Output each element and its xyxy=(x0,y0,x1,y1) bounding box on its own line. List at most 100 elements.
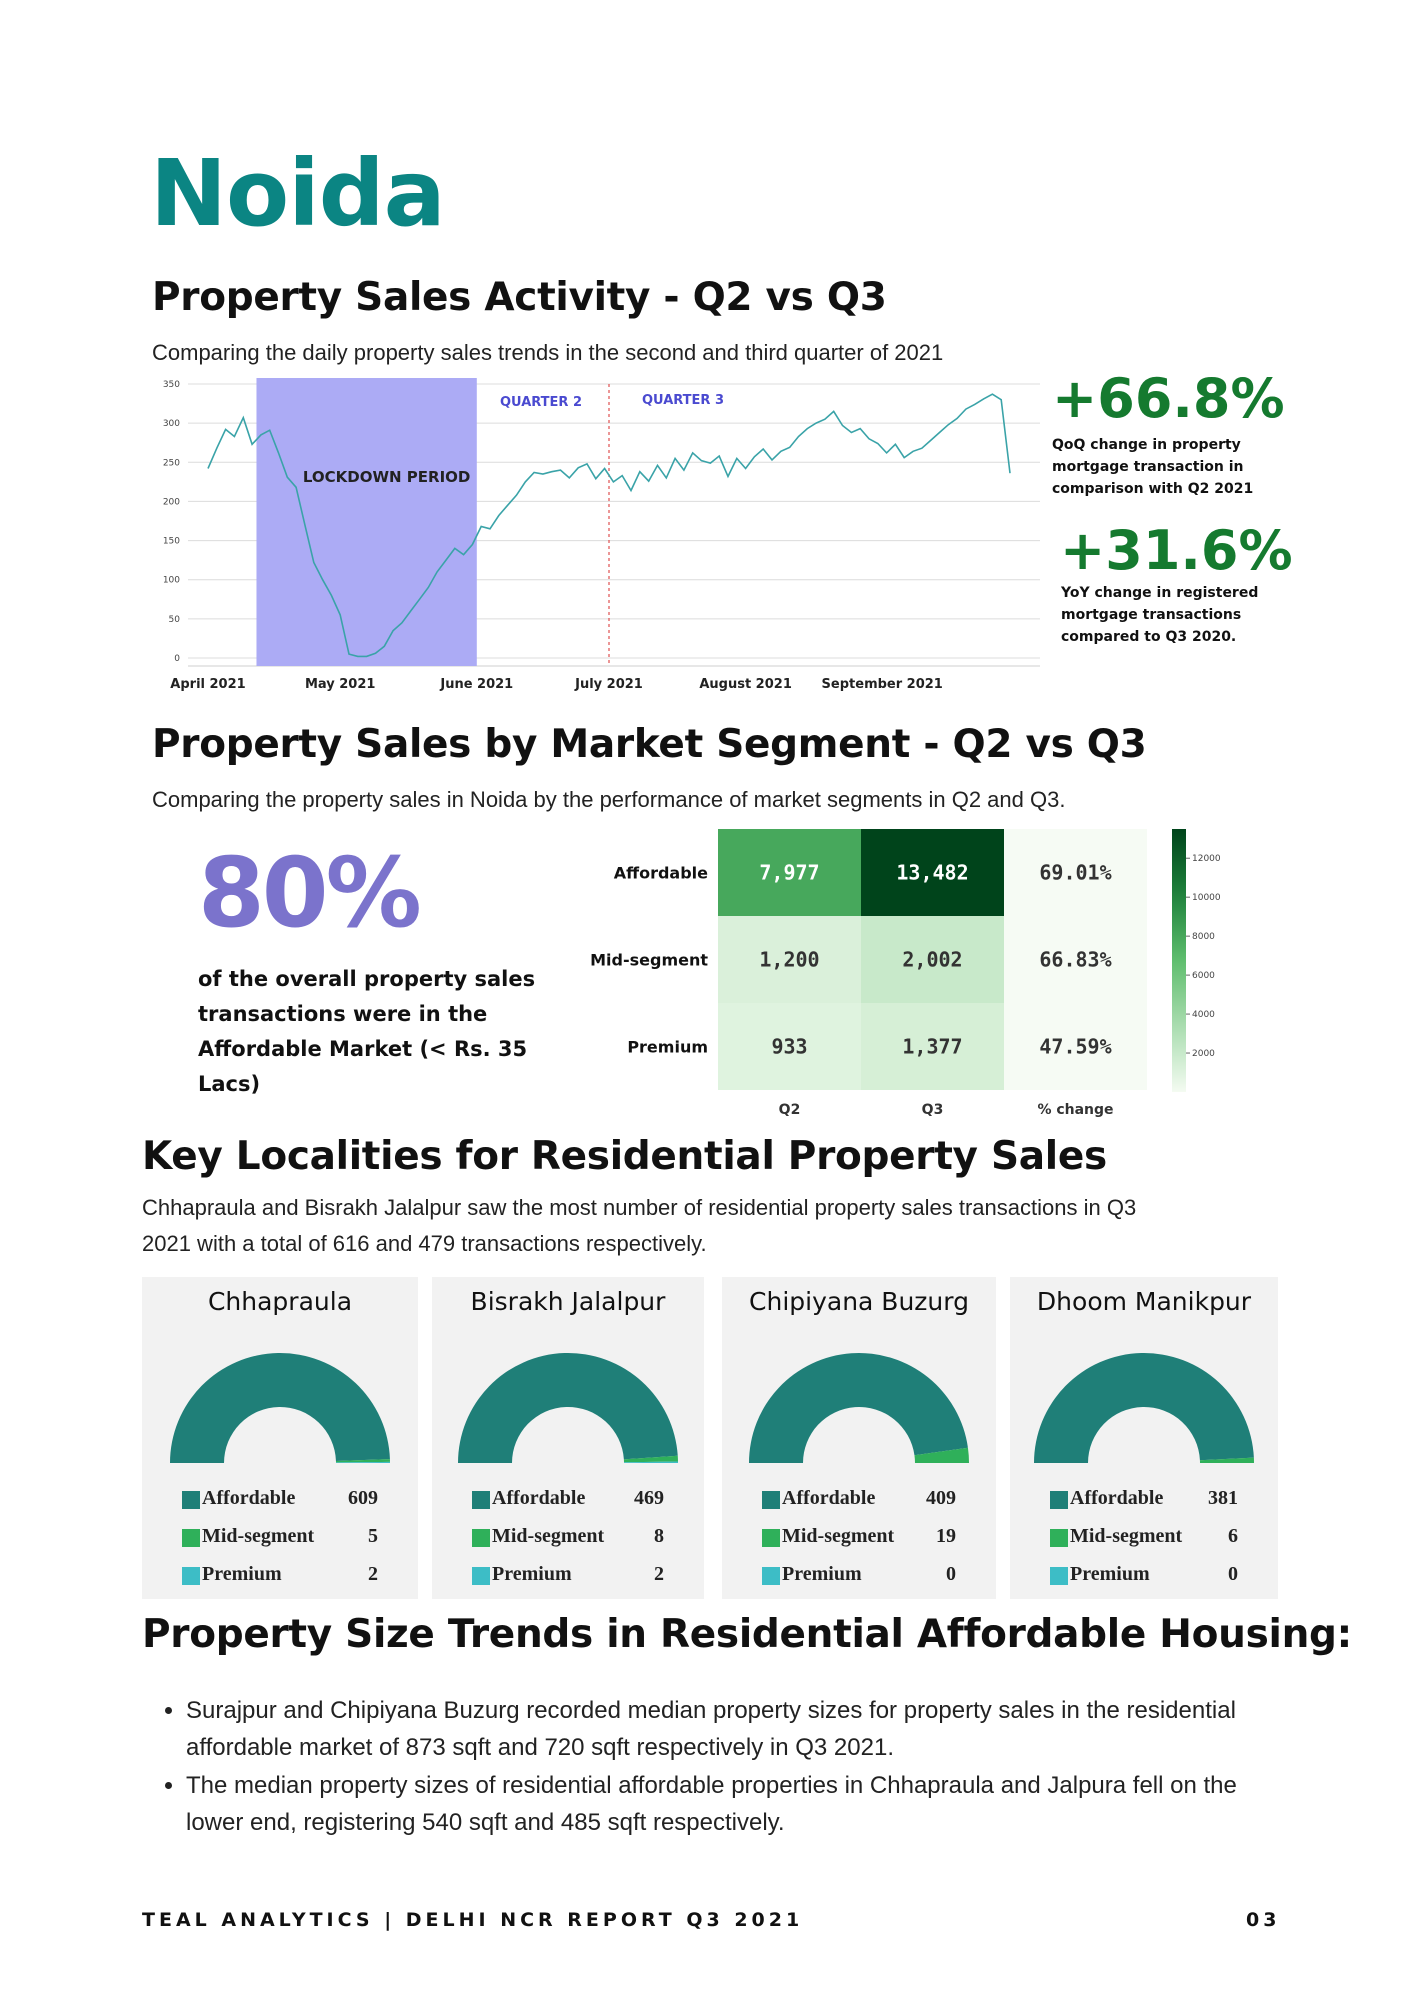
locality-card: Bisrakh Jalalpur Affordable 469 Mid-segment… xyxy=(432,1277,704,1599)
legend-label: Mid-segment xyxy=(202,1525,315,1547)
legend-row: Premium 2 xyxy=(472,1563,664,1601)
segment-title: Property Sales by Market Segment - Q2 vs… xyxy=(152,722,1147,767)
legend-value: 409 xyxy=(926,1487,956,1509)
legend-value: 609 xyxy=(348,1487,378,1509)
size-trends-list: Surajpur and Chipiyana Buzurg recorded m… xyxy=(142,1692,1292,1842)
legend-label: Affordable xyxy=(492,1487,586,1509)
segment-subtitle: Comparing the property sales in Noida by… xyxy=(152,787,1066,812)
heatmap-cell-label: 7,977 xyxy=(759,861,819,885)
legend-swatch xyxy=(182,1567,200,1585)
x-tick-label: July 2021 xyxy=(574,677,643,692)
legend-label: Mid-segment xyxy=(1070,1525,1183,1547)
x-tick-label: June 2021 xyxy=(439,677,513,692)
sales-activity-title: Property Sales Activity - Q2 vs Q3 xyxy=(152,275,887,320)
legend-label: Mid-segment xyxy=(782,1525,895,1547)
footer-report-name: TEAL ANALYTICS | DELHI NCR REPORT Q3 202… xyxy=(142,1909,804,1931)
y-tick-label: 300 xyxy=(163,419,180,429)
colorbar-tick-label: 12000 xyxy=(1192,854,1221,864)
city-title: Noida xyxy=(150,140,446,247)
qoq-note: QoQ change in property mortgage transact… xyxy=(1052,434,1253,500)
locality-legend: Affordable 609 Mid-segment 5 Premium 2 xyxy=(182,1487,378,1601)
qoq-note-line: QoQ change in property xyxy=(1052,437,1241,453)
legend-swatch xyxy=(762,1491,780,1509)
x-tick-label: May 2021 xyxy=(305,677,376,692)
legend-label: Premium xyxy=(782,1563,862,1585)
legend-swatch xyxy=(762,1567,780,1585)
affordable-share-note-line: transactions were in the xyxy=(198,1002,488,1026)
footer-page-number: 03 xyxy=(1246,1909,1281,1931)
colorbar-tick-label: 2000 xyxy=(1192,1049,1215,1059)
locality-card: Chipiyana Buzurg Affordable 409 Mid-segment… xyxy=(722,1277,996,1599)
legend-swatch xyxy=(182,1529,200,1547)
legend-value: 381 xyxy=(1208,1487,1238,1509)
legend-value: 6 xyxy=(1228,1525,1238,1547)
y-tick-label: 100 xyxy=(163,576,180,586)
legend-value: 8 xyxy=(654,1525,664,1547)
legend-label: Premium xyxy=(492,1563,572,1585)
y-tick-label: 350 xyxy=(163,380,180,390)
legend-swatch xyxy=(1050,1529,1068,1547)
affordable-share-note-line: of the overall property sales xyxy=(198,967,536,991)
legend-row: Affordable 609 xyxy=(182,1487,378,1525)
legend-value: 469 xyxy=(634,1487,664,1509)
donut-segment xyxy=(1034,1352,1254,1463)
heatmap-cells: 7,977 13,482 69.01% 1,200 2,002 66.83% 933 1,37… xyxy=(718,829,1147,1090)
heatmap-cell-label: 47.59% xyxy=(1039,1035,1111,1059)
size-trend-bullet: Surajpur and Chipiyana Buzurg recorded m… xyxy=(186,1692,1292,1766)
locality-legend: Affordable 409 Mid-segment 19 Premium 0 xyxy=(762,1487,956,1601)
heatmap-row-label: Affordable xyxy=(614,864,708,883)
heatmap-column-labels: Q2 Q3 % change xyxy=(779,1102,1114,1118)
legend-label: Affordable xyxy=(782,1487,876,1509)
legend-row: Mid-segment 8 xyxy=(472,1525,664,1563)
legend-label: Premium xyxy=(202,1563,282,1585)
locality-half-donut xyxy=(458,1353,678,1463)
lockdown-band xyxy=(256,378,477,666)
y-tick-label: 200 xyxy=(163,497,180,507)
daily-sales-line-chart: 0 50 100 150 200 250 300 350 April 2021 May 2021… xyxy=(163,378,1040,692)
localities-subtitle: Chhapraula and Bisrakh Jalalpur saw the … xyxy=(142,1190,1136,1262)
y-tick-label: 50 xyxy=(169,615,181,625)
size-trend-bullet: The median property sizes of residential… xyxy=(186,1767,1292,1841)
x-tick-label: August 2021 xyxy=(699,677,792,692)
heatmap-row-label: Premium xyxy=(627,1038,708,1057)
qoq-note-line: mortgage transaction in xyxy=(1052,459,1244,475)
locality-half-donut xyxy=(1034,1352,1254,1463)
locality-legend: Affordable 469 Mid-segment 8 Premium 2 xyxy=(472,1487,664,1601)
heatmap-column-label: Q2 xyxy=(779,1102,801,1118)
affordable-share-note-line: Lacs) xyxy=(198,1072,261,1096)
lockdown-label: LOCKDOWN PERIOD xyxy=(303,468,471,486)
legend-value: 0 xyxy=(1228,1563,1238,1585)
legend-row: Affordable 381 xyxy=(1050,1487,1238,1525)
qoq-note-line: comparison with Q2 2021 xyxy=(1052,481,1254,497)
sales-activity-subtitle: Comparing the daily property sales trend… xyxy=(152,340,944,365)
heatmap-cell-label: 66.83% xyxy=(1039,948,1111,972)
legend-value: 0 xyxy=(946,1563,956,1585)
donut-segment xyxy=(749,1353,968,1463)
legend-label: Affordable xyxy=(202,1487,296,1509)
colorbar-tick-label: 6000 xyxy=(1192,971,1215,981)
legend-value: 2 xyxy=(654,1563,664,1585)
y-ticks: 0 50 100 150 200 250 300 350 xyxy=(163,380,180,664)
legend-row: Premium 0 xyxy=(762,1563,956,1601)
legend-swatch xyxy=(1050,1567,1068,1585)
legend-label: Mid-segment xyxy=(492,1525,605,1547)
heatmap-cell-label: 1,200 xyxy=(759,948,819,972)
heatmap-colorbar: 2000 4000 6000 8000 10000 12000 xyxy=(1172,829,1221,1092)
donut-segment xyxy=(458,1353,678,1463)
yoy-note-line: YoY change in registered xyxy=(1061,585,1259,601)
legend-swatch xyxy=(1050,1491,1068,1509)
locality-legend: Affordable 381 Mid-segment 6 Premium 0 xyxy=(1050,1487,1238,1601)
localities-title: Key Localities for Residential Property … xyxy=(142,1134,1107,1179)
legend-label: Affordable xyxy=(1070,1487,1164,1509)
localities-subtitle-line: Chhapraula and Bisrakh Jalalpur saw the … xyxy=(142,1195,1137,1220)
legend-swatch xyxy=(762,1529,780,1547)
affordable-share-note: of the overall property sales transactio… xyxy=(198,962,535,1102)
legend-row: Mid-segment 6 xyxy=(1050,1525,1238,1563)
colorbar-tick-label: 10000 xyxy=(1192,893,1221,903)
y-tick-label: 0 xyxy=(174,654,180,664)
legend-row: Mid-segment 19 xyxy=(762,1525,956,1563)
qoq-value: +66.8% xyxy=(1052,367,1285,430)
legend-swatch xyxy=(472,1567,490,1585)
localities-subtitle-line: 2021 with a total of 616 and 479 transac… xyxy=(142,1231,707,1256)
locality-half-donut xyxy=(749,1353,969,1463)
